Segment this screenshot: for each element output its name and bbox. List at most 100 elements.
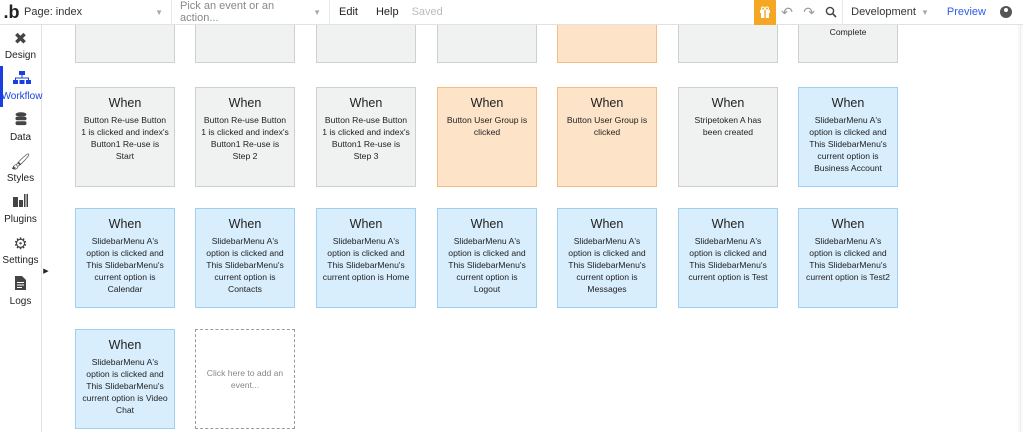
event-card-description: Button User Group is clicked xyxy=(446,115,528,137)
event-card[interactable]: When SlidebarMenu A's option is clicked … xyxy=(75,208,175,308)
event-card[interactable] xyxy=(316,25,416,63)
sidebar-item-label: Workflow xyxy=(1,91,43,102)
event-card-description: SlidebarMenu A's option is clicked and T… xyxy=(809,115,887,173)
chevron-down-icon: ▼ xyxy=(920,7,929,17)
sidebar-item-label: Logs xyxy=(9,296,32,307)
sidebar-item-label: Settings xyxy=(2,254,39,266)
chevron-down-icon: ▼ xyxy=(155,7,163,17)
event-card[interactable] xyxy=(678,25,778,63)
sidebar-item-logs[interactable]: Logs xyxy=(0,271,41,312)
event-card-title: When xyxy=(470,217,504,231)
sidebar-item-data[interactable]: Data xyxy=(0,107,41,148)
canvas-scrollbar[interactable] xyxy=(1018,25,1023,432)
design-icon: ✖ xyxy=(13,30,28,48)
event-card[interactable]: When Button Re-use Button 1 is clicked a… xyxy=(316,87,416,187)
event-card[interactable]: When SlidebarMenu A's option is clicked … xyxy=(195,208,295,308)
event-card-title: When xyxy=(108,217,142,231)
event-card[interactable]: When SlidebarMenu A's option is clicked … xyxy=(678,208,778,308)
plugins-icon xyxy=(12,194,29,213)
event-card-description: Button Re-use Button 1 is clicked and in… xyxy=(81,115,169,161)
sidebar-item-settings[interactable]: ⚙ Settings xyxy=(0,230,41,271)
environment-selector[interactable]: Development ▼ xyxy=(842,0,937,25)
sidebar-item-label: Data xyxy=(9,132,32,143)
preview-button[interactable]: Preview xyxy=(937,6,996,18)
event-card[interactable]: When Button Re-use Button 1 is clicked a… xyxy=(75,87,175,187)
event-card[interactable]: When SlidebarMenu A's option is clicked … xyxy=(557,208,657,308)
search-icon[interactable] xyxy=(820,0,842,25)
environment-label: Development xyxy=(851,6,916,18)
event-card[interactable] xyxy=(75,25,175,63)
event-card-title: When xyxy=(831,96,865,110)
event-action-placeholder: Pick an event or an action... xyxy=(180,0,275,24)
event-card-description: SlidebarMenu A's option is clicked and T… xyxy=(86,236,164,294)
event-card-description: SlidebarMenu A's option is clicked and T… xyxy=(688,236,768,282)
event-card-description: SlidebarMenu A's option is clicked and T… xyxy=(322,236,410,282)
workflow-canvas[interactable]: Complete When Button Re-use Button 1 is … xyxy=(50,25,1018,432)
sidebar-item-plugins[interactable]: Plugins xyxy=(0,189,41,230)
event-card-title: When xyxy=(108,96,142,110)
gift-icon[interactable] xyxy=(754,0,777,25)
event-card[interactable]: When Button Re-use Button 1 is clicked a… xyxy=(195,87,295,187)
logs-icon xyxy=(15,276,26,295)
event-card[interactable] xyxy=(195,25,295,63)
add-event-button[interactable]: Click here to add an event... xyxy=(195,329,295,429)
workflow-icon xyxy=(13,71,31,90)
sidebar-item-label: Styles xyxy=(6,172,35,184)
event-card-description: Button Re-use Button 1 is clicked and in… xyxy=(201,115,289,161)
event-card-title: When xyxy=(349,217,383,231)
event-card[interactable]: When SlidebarMenu A's option is clicked … xyxy=(798,208,898,308)
event-card[interactable]: When SlidebarMenu A's option is clicked … xyxy=(437,208,537,308)
event-card[interactable]: When Button User Group is clicked xyxy=(557,87,657,187)
sidebar-item-styles[interactable]: 🖌 Styles xyxy=(0,148,41,189)
sidebar-item-label: Plugins xyxy=(4,214,37,225)
event-card-title: When xyxy=(831,217,865,231)
event-card-description: Button User Group is clicked xyxy=(566,115,648,137)
event-card-title: When xyxy=(590,217,624,231)
styles-icon: 🖌 xyxy=(10,153,31,171)
event-card[interactable]: When SlidebarMenu A's option is clicked … xyxy=(316,208,416,308)
event-card-title: When xyxy=(590,96,624,110)
add-event-label: Click here to add an event... xyxy=(206,368,284,390)
chevron-down-icon: ▼ xyxy=(313,7,321,17)
event-card-title: When xyxy=(711,96,745,110)
event-card-description: SlidebarMenu A's option is clicked and T… xyxy=(806,236,890,282)
page-selector[interactable]: Page: index ▼ xyxy=(22,0,172,25)
saved-status: Saved xyxy=(411,6,443,18)
menu-edit[interactable]: Edit xyxy=(330,6,367,18)
event-card[interactable]: When SlidebarMenu A's option is clicked … xyxy=(75,329,175,429)
event-card-description: Complete xyxy=(829,27,867,37)
undo-icon[interactable]: ↶ xyxy=(776,0,798,25)
sidebar-item-workflow[interactable]: Workflow xyxy=(0,66,43,107)
event-card-title: When xyxy=(711,217,745,231)
event-card-title: When xyxy=(349,96,383,110)
sidebar-item-label: Design xyxy=(4,49,37,61)
event-card-title: When xyxy=(228,217,262,231)
event-card-description: SlidebarMenu A's option is clicked and T… xyxy=(568,236,646,294)
event-card-description: Stripetoken A has been created xyxy=(694,115,762,137)
event-card-title: When xyxy=(228,96,262,110)
event-card-description: Button Re-use Button 1 is clicked and in… xyxy=(322,115,410,161)
event-card-title: When xyxy=(108,338,142,352)
event-card-description: SlidebarMenu A's option is clicked and T… xyxy=(82,357,168,415)
menu-help[interactable]: Help xyxy=(367,6,408,18)
event-card[interactable] xyxy=(437,25,537,63)
top-toolbar: .b Page: index ▼ Pick an event or an act… xyxy=(0,0,1023,25)
event-card[interactable]: Complete xyxy=(798,25,898,63)
event-card[interactable]: When SlidebarMenu A's option is clicked … xyxy=(798,87,898,187)
account-icon[interactable] xyxy=(996,2,1016,22)
event-card[interactable] xyxy=(557,25,657,63)
event-action-search[interactable]: Pick an event or an action... ▼ xyxy=(172,0,330,25)
event-card-description: SlidebarMenu A's option is clicked and T… xyxy=(206,236,284,294)
event-card-description: SlidebarMenu A's option is clicked and T… xyxy=(448,236,526,294)
settings-icon: ⚙ xyxy=(13,235,28,253)
event-card[interactable]: When Stripetoken A has been created xyxy=(678,87,778,187)
collapse-sidebar-icon[interactable]: ▶ xyxy=(42,265,50,277)
bubble-logo[interactable]: .b xyxy=(1,0,22,25)
sidebar-item-design[interactable]: ✖ Design xyxy=(0,25,41,66)
event-card[interactable]: When Button User Group is clicked xyxy=(437,87,537,187)
page-selector-label: Page: index xyxy=(24,6,83,18)
redo-icon[interactable]: ↷ xyxy=(798,0,820,25)
event-card-title: When xyxy=(470,96,504,110)
data-icon xyxy=(15,112,27,131)
editor-sidebar: ✖ Design Workflow Data 🖌 Styles Plugins … xyxy=(0,25,42,432)
